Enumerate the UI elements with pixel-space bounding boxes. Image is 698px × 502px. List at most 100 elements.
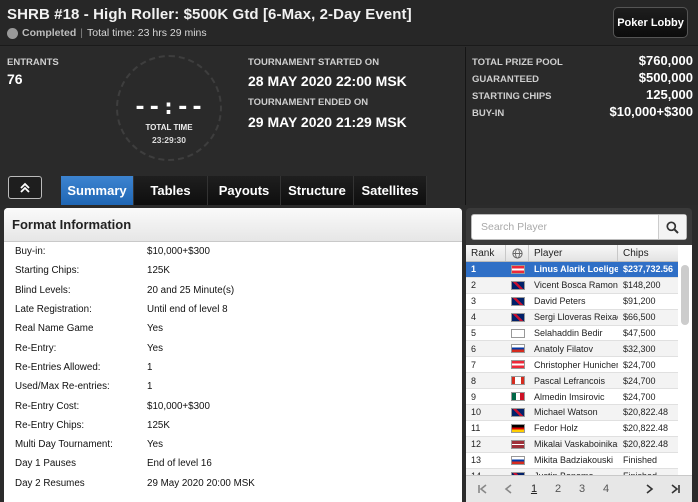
tab-payouts[interactable]: Payouts — [208, 176, 281, 205]
player-name: Mikita Badziakouski — [534, 455, 614, 466]
column-chips[interactable]: Chips — [618, 245, 680, 261]
player-rank: 8 — [471, 375, 477, 386]
next-page-icon — [646, 484, 654, 494]
format-row-label: Blind Levels: — [15, 284, 71, 296]
player-rank: 11 — [471, 423, 481, 434]
format-row: Day 1 Pauses End of level 16 — [4, 454, 462, 473]
players-panel: Rank Player Chips 1 Linus Alarik Loeliger… — [466, 208, 692, 502]
search-box — [471, 214, 687, 240]
player-rows: 1 Linus Alarik Loeliger $237,732.56 2 Vicent… — [466, 262, 692, 485]
format-row-label: Starting Chips: — [15, 265, 80, 277]
flag-mx-icon — [510, 392, 525, 402]
player-rank: 1 — [471, 264, 477, 275]
search-button[interactable] — [658, 215, 686, 239]
page-number-4[interactable]: 4 — [594, 476, 618, 502]
prev-page-button[interactable] — [496, 476, 522, 502]
prize-info-panel: TOTAL PRIZE POOL $760,000 GUARANTEED $50… — [465, 47, 698, 205]
flag-ca-icon — [510, 376, 525, 386]
player-row[interactable]: 1 Linus Alarik Loeliger $237,732.56 — [466, 262, 692, 278]
player-country — [506, 278, 529, 293]
player-country — [506, 262, 529, 277]
player-row[interactable]: 5 Selahaddin Bedir $47,500 — [466, 325, 692, 342]
first-page-button[interactable] — [470, 476, 496, 502]
last-page-button[interactable] — [662, 476, 688, 502]
players-scrollbar[interactable] — [678, 245, 692, 475]
prize-row: TOTAL PRIZE POOL $760,000 — [472, 53, 693, 68]
format-row: Buy-in: $10,000+$300 — [4, 242, 462, 261]
total-time-text: Total time: 23 hrs 29 mins — [87, 27, 207, 39]
page-number-1[interactable]: 1 — [522, 476, 546, 502]
player-country — [506, 373, 529, 388]
format-row: Blind Levels: 20 and 25 Minute(s) — [4, 281, 462, 300]
flag-gb-icon — [510, 296, 525, 306]
player-row[interactable]: 4 Sergi Lloveras Reixach $66,500 — [466, 309, 692, 326]
flag-gb-icon — [510, 407, 525, 417]
player-row[interactable]: 11 Fedor Holz $20,822.48 — [466, 420, 692, 437]
entrants-value: 76 — [7, 71, 23, 87]
ended-value: 29 MAY 2020 21:29 MSK — [248, 114, 407, 130]
player-row[interactable]: 7 Christopher Hunichen $24,700 — [466, 357, 692, 374]
search-icon — [666, 220, 679, 234]
player-row[interactable]: 6 Anatoly Filatov $32,300 — [466, 341, 692, 358]
clock-digits: --:-- — [133, 95, 205, 120]
player-name: Vicent Bosca Ramon — [534, 280, 618, 291]
player-chips: $237,732.56 — [623, 264, 674, 275]
prev-page-icon — [504, 484, 512, 494]
prize-label: TOTAL PRIZE POOL — [472, 57, 563, 68]
status-dot-icon — [7, 27, 18, 39]
player-row[interactable]: 9 Almedin Imsirovic $24,700 — [466, 389, 692, 406]
player-country — [506, 389, 529, 404]
column-rank[interactable]: Rank — [466, 245, 506, 261]
player-rank: 2 — [471, 280, 477, 291]
scrollbar-thumb[interactable] — [681, 265, 689, 325]
tab-bar: Summary Tables Payouts Structure Satelli… — [61, 176, 427, 205]
tab-summary[interactable]: Summary — [61, 176, 134, 205]
player-country — [506, 326, 529, 341]
players-table: Rank Player Chips 1 Linus Alarik Loeliger… — [466, 245, 692, 485]
poker-lobby-button[interactable]: Poker Lobby — [613, 7, 688, 38]
entrants-label: ENTRANTS — [7, 57, 59, 68]
column-player[interactable]: Player — [529, 245, 618, 261]
next-page-button[interactable] — [636, 476, 662, 502]
format-row: Multi Day Tournament: Yes — [4, 435, 462, 454]
player-country — [506, 421, 529, 436]
player-row[interactable]: 13 Mikita Badziakouski Finished — [466, 452, 692, 469]
format-row-label: Day 2 Resumes — [15, 477, 85, 489]
column-country[interactable] — [506, 245, 529, 261]
player-rank: 5 — [471, 328, 477, 338]
player-rank: 6 — [471, 343, 477, 354]
prize-row: BUY-IN $10,000+$300 — [472, 104, 693, 119]
player-row[interactable]: 8 Pascal Lefrancois $24,700 — [466, 373, 692, 390]
tab-structure[interactable]: Structure — [281, 176, 354, 205]
ended-label: TOURNAMENT ENDED ON — [248, 97, 369, 108]
search-player-input[interactable] — [472, 215, 660, 239]
flag-gb-icon — [510, 312, 525, 322]
player-chips: $148,200 — [623, 280, 661, 291]
player-rank: 9 — [471, 391, 477, 402]
players-table-header: Rank Player Chips — [466, 245, 692, 262]
flag-cy-icon — [510, 328, 525, 338]
page-number-3[interactable]: 3 — [570, 476, 594, 502]
format-row-value: Yes — [147, 323, 163, 335]
player-row[interactable]: 12 Mikalai Vaskaboinikau $20,822.48 — [466, 436, 692, 453]
tab-satellites[interactable]: Satellites — [354, 176, 427, 205]
page-number-2[interactable]: 2 — [546, 476, 570, 502]
player-row[interactable]: 10 Michael Watson $20,822.48 — [466, 405, 692, 421]
collapse-button[interactable] — [8, 176, 42, 199]
flag-ru-icon — [510, 455, 525, 465]
format-information-panel: Format Information Buy-in: $10,000+$300 St… — [4, 208, 462, 502]
player-name: Anatoly Filatov — [534, 343, 594, 354]
status-separator: | — [80, 27, 83, 39]
player-rank: 12 — [471, 439, 482, 450]
player-row[interactable]: 2 Vicent Bosca Ramon $148,200 — [466, 277, 692, 294]
player-rank: 7 — [471, 359, 477, 370]
tab-tables[interactable]: Tables — [134, 176, 208, 205]
player-name: Linus Alarik Loeliger — [534, 264, 618, 275]
format-row-label: Day 1 Pauses — [15, 458, 76, 470]
tournament-header: SHRB #18 - High Roller: $500K Gtd [6-Max… — [0, 0, 698, 46]
player-country — [506, 453, 529, 468]
format-row-label: Multi Day Tournament: — [15, 439, 113, 451]
format-row: Re-Entry: Yes — [4, 338, 462, 357]
player-row[interactable]: 3 David Peters $91,200 — [466, 293, 692, 310]
player-country — [506, 405, 529, 420]
